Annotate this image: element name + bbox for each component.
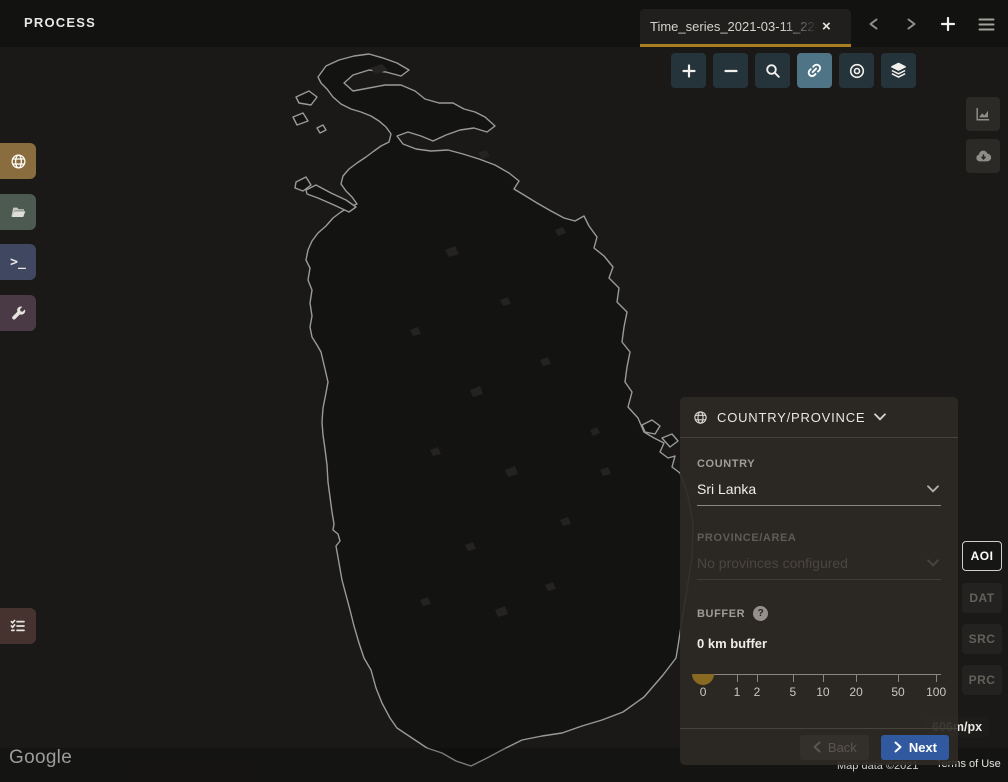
sidebar-item-terminal[interactable]: >_ xyxy=(0,244,36,280)
slider-tick-label: 20 xyxy=(849,685,862,699)
layers-icon[interactable] xyxy=(881,53,916,88)
wrench-icon xyxy=(10,305,27,322)
search-icon[interactable] xyxy=(755,53,790,88)
province-select[interactable]: No provinces configured xyxy=(697,544,941,580)
slider-track[interactable] xyxy=(697,674,941,675)
tab-prc[interactable]: PRC xyxy=(962,665,1002,695)
chevron-down-icon xyxy=(927,485,939,493)
download-button[interactable] xyxy=(966,139,1000,173)
recenter-target-icon[interactable] xyxy=(839,53,874,88)
google-logo: Google xyxy=(9,747,72,769)
next-button[interactable]: Next xyxy=(881,735,949,760)
slider-tick xyxy=(793,674,794,682)
slider-tick-label: 5 xyxy=(790,685,797,699)
sidebar-item-process[interactable] xyxy=(0,143,36,179)
folder-open-icon xyxy=(9,203,27,221)
terminal-icon: >_ xyxy=(10,255,26,270)
slider-tick-label: 100 xyxy=(926,685,946,699)
slider-tick xyxy=(898,674,899,682)
slider-tick xyxy=(757,674,758,682)
slider-tick-label: 2 xyxy=(754,685,761,699)
help-icon[interactable]: ? xyxy=(753,606,768,621)
sidebar-item-files[interactable] xyxy=(0,194,36,230)
slider-handle[interactable] xyxy=(692,674,714,685)
sidebar-item-tasks[interactable] xyxy=(0,608,36,644)
chevron-down-icon xyxy=(874,413,886,421)
chevron-down-icon xyxy=(927,559,939,567)
zoom-out-button[interactable] xyxy=(713,53,748,88)
slider-tick xyxy=(737,674,738,682)
province-placeholder: No provinces configured xyxy=(697,555,848,571)
buffer-label: BUFFER xyxy=(697,608,745,620)
tab-src[interactable]: SRC xyxy=(962,624,1002,654)
back-button-label: Back xyxy=(828,740,857,755)
top-bar: PROCESS Time_series_2021-03-11_22- × xyxy=(0,0,1008,47)
country-province-panel: COUNTRY/PROVINCE COUNTRY Sri Lanka PROVI… xyxy=(680,397,958,765)
province-label: PROVINCE/AREA xyxy=(697,532,941,544)
app-window: Google 606m/px Map data ©2021 Terms of U… xyxy=(0,0,1008,782)
country-select[interactable]: Sri Lanka xyxy=(697,470,941,506)
slider-tick xyxy=(936,674,937,682)
panel-title: COUNTRY/PROVINCE xyxy=(717,410,865,425)
tab-aoi[interactable]: AOI xyxy=(962,541,1002,571)
menu-icon[interactable] xyxy=(976,14,996,34)
slider-tick xyxy=(856,674,857,682)
slider-tick-label: 10 xyxy=(816,685,829,699)
chevron-right-icon xyxy=(893,741,903,753)
recipe-tab[interactable]: Time_series_2021-03-11_22- × xyxy=(640,9,851,47)
globe-icon xyxy=(693,410,708,425)
zoom-in-button[interactable] xyxy=(671,53,706,88)
recipe-tab-label: Time_series_2021-03-11_22- xyxy=(650,19,818,34)
chart-panel-button[interactable] xyxy=(966,97,1000,131)
sidebar-item-app-launcher[interactable] xyxy=(0,295,36,331)
panel-header[interactable]: COUNTRY/PROVINCE xyxy=(680,397,958,438)
chevron-left-icon[interactable] xyxy=(864,14,884,34)
close-tab-icon[interactable]: × xyxy=(822,19,831,34)
slider-tick-label: 50 xyxy=(891,685,904,699)
buffer-value: 0 km buffer xyxy=(697,636,941,651)
area-chart-icon xyxy=(974,105,992,123)
link-sync-button[interactable] xyxy=(797,53,832,88)
tab-dat[interactable]: DAT xyxy=(962,583,1002,613)
slider-tick-label: 1 xyxy=(734,685,741,699)
chevron-left-icon xyxy=(812,741,822,753)
add-tab-icon[interactable] xyxy=(938,14,958,34)
cloud-download-icon xyxy=(974,147,993,166)
country-label: COUNTRY xyxy=(697,458,941,470)
task-list-icon xyxy=(9,617,27,635)
slider-tick-label: 0 xyxy=(700,685,707,699)
country-value: Sri Lanka xyxy=(697,481,756,497)
panel-footer: Back Next xyxy=(680,728,958,765)
buffer-slider: 0 1 2 5 10 20 50 100 xyxy=(697,660,941,706)
app-title: PROCESS xyxy=(24,15,96,30)
next-button-label: Next xyxy=(909,740,937,755)
chevron-right-icon[interactable] xyxy=(901,14,921,34)
back-button[interactable]: Back xyxy=(800,735,869,760)
slider-tick xyxy=(823,674,824,682)
map-control-toolbar xyxy=(671,53,916,88)
globe-icon xyxy=(10,153,27,170)
